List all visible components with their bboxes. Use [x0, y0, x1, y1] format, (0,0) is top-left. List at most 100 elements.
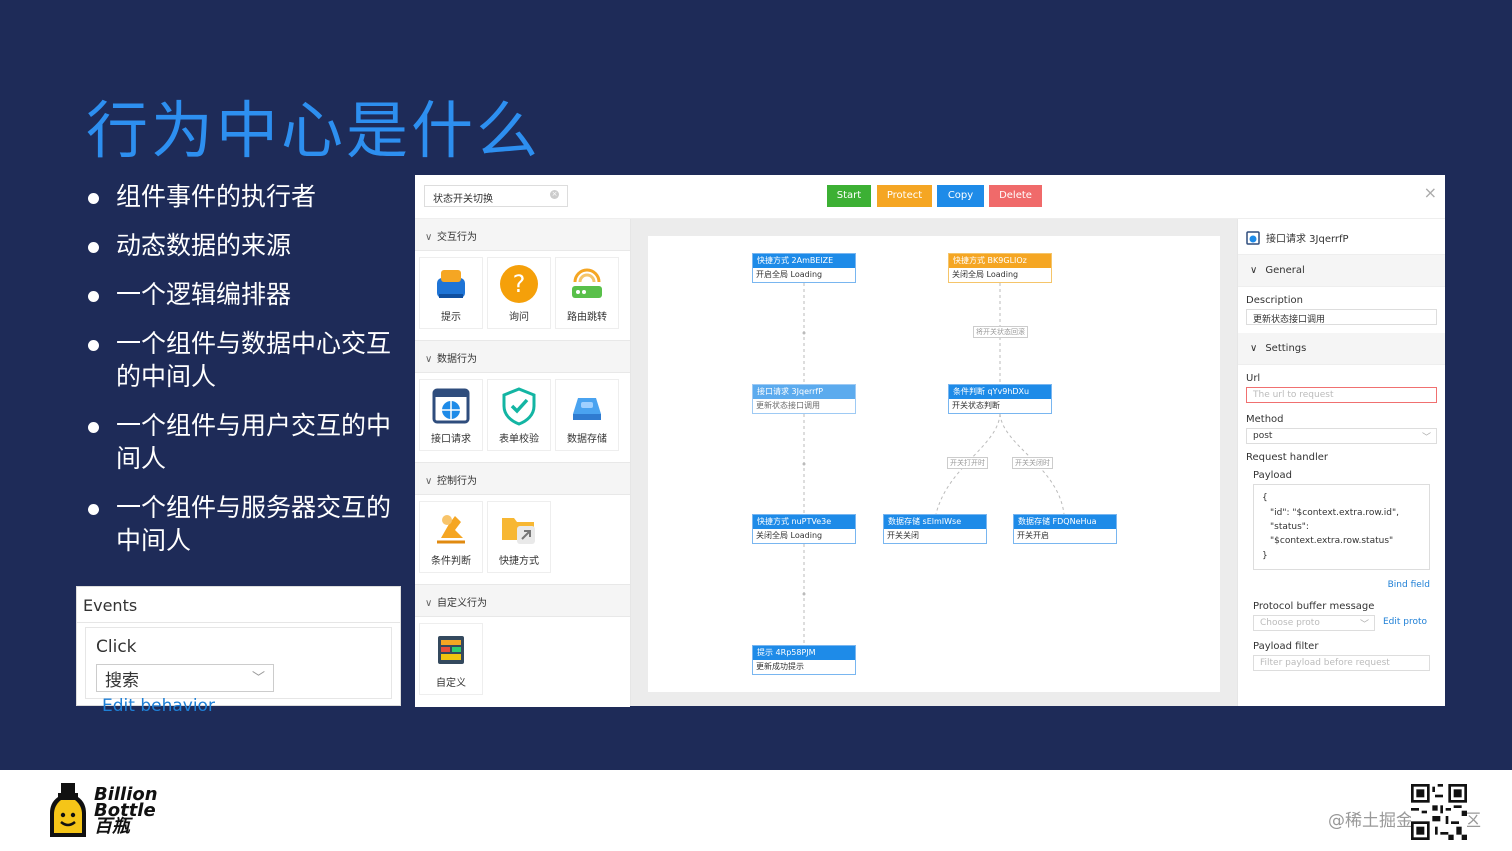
tile-ask[interactable]: ? 询问 — [487, 257, 551, 329]
edit-behavior-link[interactable]: Edit behavior — [102, 692, 215, 720]
payload-line: "id": "$context.extra.row.id", — [1270, 508, 1399, 518]
payload-filter-input[interactable]: Filter payload before request — [1253, 655, 1430, 671]
tile-validate[interactable]: 表单校验 — [487, 379, 551, 451]
tiles-custom: 自定义 — [415, 617, 630, 707]
tile-toast[interactable]: 提示 — [419, 257, 483, 329]
slide-title: 行为中心是什么 — [86, 94, 542, 167]
group-label: 数据行为 — [437, 354, 477, 365]
tile-request[interactable]: 接口请求 — [419, 379, 483, 451]
tile-label: 表单校验 — [499, 434, 539, 445]
edge-label: 将开关状态回滚 — [973, 326, 1028, 338]
clear-icon[interactable]: × — [550, 190, 559, 199]
tile-custom[interactable]: 自定义 — [419, 623, 483, 695]
flow-node[interactable]: 快捷方式 2AmBElZE 开启全局 Loading — [752, 253, 856, 283]
chevron-down-icon: ∨ — [425, 476, 433, 487]
bullet-item: 组件事件的执行者 — [86, 180, 406, 213]
edge-label: 开关打开时 — [947, 457, 988, 469]
inspector-header: 接口请求 3JqerrfP — [1238, 219, 1445, 255]
behavior-select[interactable]: 搜索 ﹀ — [96, 664, 274, 692]
start-button[interactable]: Start — [827, 185, 871, 207]
inspector-title: 接口请求 3JqerrfP — [1266, 234, 1349, 245]
bind-field-link[interactable]: Bind field — [1388, 580, 1430, 590]
flow-canvas-area: 快捷方式 2AmBElZE 开启全局 Loading 快捷方式 BK9GLIOz 关… — [631, 219, 1237, 706]
payload-line: } — [1262, 551, 1268, 561]
behavior-search-input[interactable]: 状态开关切换 × — [424, 185, 568, 207]
method-select[interactable]: post ﹀ — [1246, 428, 1437, 444]
tile-route[interactable]: 路由跳转 — [555, 257, 619, 329]
tile-storage[interactable]: 数据存储 — [555, 379, 619, 451]
router-icon — [572, 268, 602, 298]
chevron-down-icon: ∨ — [425, 598, 433, 609]
node-title: 快捷方式 nuPTVe3e — [753, 515, 855, 529]
flow-node[interactable]: 快捷方式 nuPTVe3e 关闭全局 Loading — [752, 514, 856, 544]
toaster-icon — [437, 270, 465, 298]
node-title: 数据存储 sElmIWse — [884, 515, 986, 529]
method-label: Method — [1246, 414, 1284, 425]
payload-label: Payload — [1253, 470, 1292, 481]
tile-label: 询问 — [509, 312, 529, 323]
group-control[interactable]: ∨ 控制行为 — [415, 463, 630, 495]
edge-dot — [802, 462, 806, 466]
event-name: Click — [96, 637, 137, 657]
custom-grid-icon — [438, 636, 464, 664]
payload-line: "$context.extra.row.status" — [1270, 536, 1394, 546]
flow-node[interactable]: 数据存储 sElmIWse 开关关闭 — [883, 514, 987, 544]
node-title: 提示 4Rp58PJM — [753, 646, 855, 660]
flow-node[interactable]: 条件判断 qYv9hDXu 开关状态判断 — [948, 384, 1052, 414]
flow-edges — [802, 283, 1065, 645]
brand-wordmark: Billion Bottle 百瓶 — [94, 786, 158, 836]
edge-dot — [802, 331, 806, 335]
section-general[interactable]: ∨ General — [1238, 255, 1445, 287]
close-icon[interactable]: × — [1424, 183, 1437, 202]
tiles-control: 条件判断 快捷方式 — [415, 495, 630, 585]
edit-proto-link[interactable]: Edit proto — [1383, 617, 1427, 627]
globe-window-icon — [1246, 231, 1260, 245]
protobuf-row: Choose proto ﹀ Edit proto — [1253, 615, 1430, 631]
node-subtitle: 开关关闭 — [887, 531, 919, 540]
tile-label: 数据存储 — [567, 434, 607, 445]
editor-toolbar: 状态开关切换 × Start Protect Copy Delete × — [415, 175, 1445, 219]
flow-node[interactable]: 快捷方式 BK9GLIOz 关闭全局 Loading — [948, 253, 1052, 283]
description-input[interactable]: 更新状态接口调用 — [1246, 309, 1437, 325]
chevron-down-icon: ∨ — [425, 232, 433, 243]
chevron-down-icon: ﹀ — [251, 671, 265, 686]
globe-window-icon — [432, 388, 470, 424]
node-subtitle: 更新状态接口调用 — [756, 401, 820, 410]
tile-label: 快捷方式 — [499, 556, 539, 567]
group-data[interactable]: ∨ 数据行为 — [415, 341, 630, 373]
delete-button[interactable]: Delete — [989, 185, 1042, 207]
node-title: 条件判断 qYv9hDXu — [949, 385, 1051, 399]
tile-condition[interactable]: 条件判断 — [419, 501, 483, 573]
flow-node[interactable]: 提示 4Rp58PJM 更新成功提示 — [752, 645, 856, 675]
group-label: 交互行为 — [437, 232, 477, 243]
tiles-data: 接口请求 表单校验 数据存储 — [415, 373, 630, 463]
node-subtitle: 关闭全局 Loading — [756, 531, 823, 540]
flow-node-selected[interactable]: 接口请求 3JqerrfP 更新状态接口调用 — [752, 384, 856, 414]
qr-code-icon — [1411, 784, 1467, 840]
chevron-down-icon: ∨ — [1250, 343, 1258, 354]
flow-canvas[interactable]: 快捷方式 2AmBElZE 开启全局 Loading 快捷方式 BK9GLIOz 关… — [648, 236, 1220, 692]
folder-shortcut-icon — [502, 518, 535, 544]
section-settings[interactable]: ∨ Settings — [1238, 333, 1445, 365]
behavior-palette: ∨ 交互行为 提示 ? 询问 路由跳转 ∨ 数据行为 接口请求 表单校验 数据存… — [415, 219, 631, 707]
protect-button[interactable]: Protect — [877, 185, 932, 207]
tile-label: 接口请求 — [431, 434, 471, 445]
protobuf-select[interactable]: Choose proto ﹀ — [1253, 615, 1375, 631]
payload-editor[interactable]: { "id": "$context.extra.row.id", "status… — [1253, 484, 1430, 570]
node-subtitle: 关闭全局 Loading — [952, 270, 1019, 279]
events-panel: Events Click 搜索 ﹀ Edit behavior — [76, 586, 401, 716]
request-handler-label: Request handler — [1246, 452, 1328, 463]
method-value: post — [1253, 431, 1273, 441]
section-label: General — [1265, 265, 1305, 276]
tile-shortcut[interactable]: 快捷方式 — [487, 501, 551, 573]
flow-node[interactable]: 数据存储 FDQNeHua 开关开启 — [1013, 514, 1117, 544]
group-interaction[interactable]: ∨ 交互行为 — [415, 219, 630, 251]
url-input[interactable]: The url to request — [1246, 387, 1437, 403]
description-label: Description — [1246, 295, 1303, 306]
group-custom[interactable]: ∨ 自定义行为 — [415, 585, 630, 617]
copy-button[interactable]: Copy — [937, 185, 984, 207]
section-label: Settings — [1265, 343, 1307, 354]
url-label: Url — [1246, 373, 1261, 384]
tiles-interaction: 提示 ? 询问 路由跳转 — [415, 251, 630, 341]
event-row: Click 搜索 ﹀ Edit behavior — [85, 627, 392, 716]
